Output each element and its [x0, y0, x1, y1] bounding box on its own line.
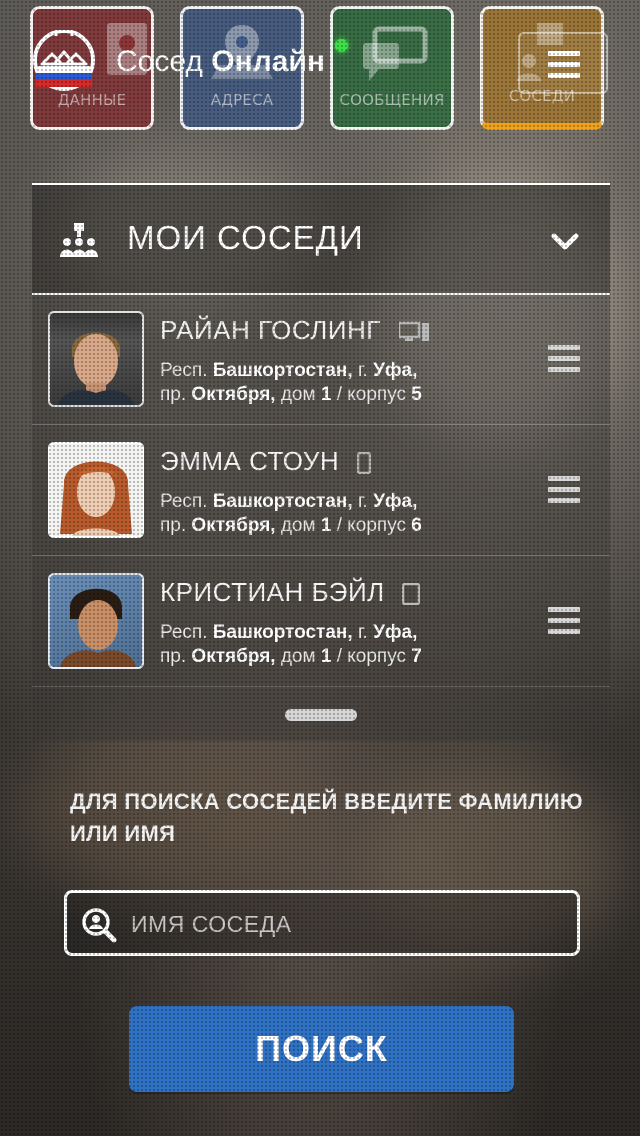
tile-label: АДРЕСА — [210, 91, 274, 109]
chat-bubbles-icon — [363, 26, 428, 81]
app-title-bold: Онлайн — [211, 45, 325, 78]
tablet-icon — [402, 583, 421, 606]
mobile-icon — [356, 452, 371, 475]
search-input[interactable] — [129, 903, 563, 945]
avatar — [48, 311, 144, 407]
neighbor-name[interactable]: КРИСТИАН БЭЙЛ — [160, 577, 421, 608]
app-title-light: Сосед — [116, 45, 203, 78]
row-menu-icon[interactable] — [548, 476, 580, 506]
neighbors-list[interactable]: РАЙАН ГОСЛИНГ Респ. Башкортостан, г. Уфа… — [32, 295, 610, 741]
row-menu-icon[interactable] — [548, 345, 580, 375]
scroll-handle[interactable] — [285, 709, 357, 721]
chevron-down-icon[interactable] — [550, 231, 580, 251]
search-user-icon — [82, 908, 117, 943]
neighbor-name[interactable]: ЭММА СТОУН — [160, 446, 371, 477]
neighbor-name-text: КРИСТИАН БЭЙЛ — [160, 577, 385, 607]
section-header-my-neighbors[interactable]: МОИ СОСЕДИ — [32, 185, 610, 293]
neighbor-name-text: ЭММА СТОУН — [160, 446, 340, 476]
list-item[interactable]: РАЙАН ГОСЛИНГ Респ. Башкортостан, г. Уфа… — [32, 295, 610, 425]
list-item[interactable]: ЭММА СТОУН Респ. Башкортостан, г. Уфа, п… — [32, 426, 610, 556]
list-item[interactable]: КРИСТИАН БЭЙЛ Респ. Башкортостан, г. Уфа… — [32, 557, 610, 687]
avatar — [48, 442, 144, 538]
app-logo — [33, 30, 95, 91]
tile-messages[interactable]: СООБЩЕНИЯ — [330, 6, 454, 130]
search-field[interactable] — [64, 890, 580, 956]
neighbor-address: Респ. Башкортостан, г. Уфа, пр. Октября,… — [160, 622, 422, 667]
desktop-icon — [398, 321, 429, 342]
neighbor-address: Респ. Башкортостан, г. Уфа, пр. Октября,… — [160, 491, 422, 536]
section-title: МОИ СОСЕДИ — [127, 219, 364, 256]
online-status-dot — [335, 39, 348, 52]
neighbors-group-icon — [60, 223, 98, 257]
search-hint: ДЛЯ ПОИСКА СОСЕДЕЙ ВВЕДИТЕ ФАМИЛИЮ ИЛИ И… — [70, 789, 583, 846]
app-title: Сосед Онлайн — [116, 44, 325, 80]
search-button[interactable]: ПОИСК — [129, 1006, 514, 1092]
row-menu-icon[interactable] — [548, 607, 580, 637]
neighbor-name[interactable]: РАЙАН ГОСЛИНГ — [160, 315, 429, 346]
avatar — [48, 573, 144, 669]
neighbor-address: Респ. Башкортостан, г. Уфа, пр. Октября,… — [160, 360, 422, 405]
tile-label: СООБЩЕНИЯ — [339, 91, 445, 109]
neighbor-name-text: РАЙАН ГОСЛИНГ — [160, 315, 381, 345]
menu-button[interactable] — [518, 32, 608, 94]
